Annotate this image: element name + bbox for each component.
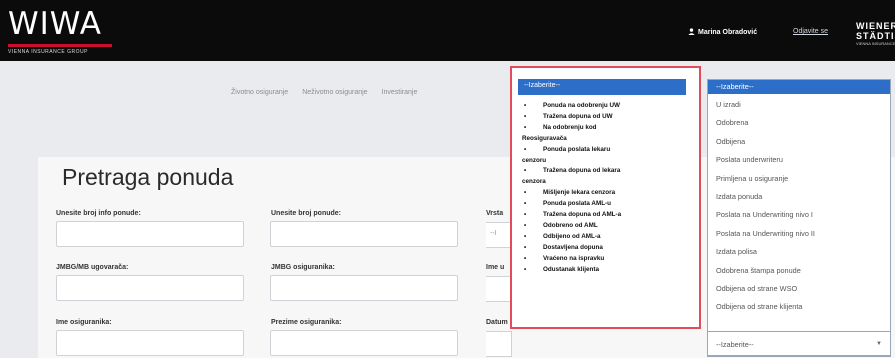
ime-osiguranika-label: Ime osiguranika: [56, 319, 112, 326]
user-info: Marina Obradović [688, 28, 757, 37]
list-item[interactable]: Ponuda poslata AML-u [522, 199, 694, 210]
status-option[interactable]: Izdata ponuda [716, 188, 815, 206]
status-dropdown-selected[interactable]: --Izaberite-- [708, 80, 890, 94]
status-option[interactable]: Poslata underwriteru [716, 151, 815, 169]
ime-ugovaraca-input[interactable] [486, 276, 512, 302]
datum-input[interactable] [486, 331, 512, 357]
nav-item-investiranje[interactable]: Investiranje [378, 87, 422, 98]
list-item[interactable]: cenzoru [522, 156, 694, 167]
red-status-list: Ponuda na odobrenju UW Tražena dopuna od… [522, 101, 694, 276]
prezime-osiguranika-label: Prezime osiguranika: [271, 319, 342, 326]
vrsta-label: Vrsta [486, 210, 504, 217]
list-item[interactable]: Ponuda poslata lekaru [522, 145, 694, 156]
brand-subtext: VIENNA INSURANCE GROUP [856, 41, 895, 46]
status-option[interactable]: Odbijena od strane klijenta [716, 298, 815, 316]
top-header: WIWA VIENNA INSURANCE GROUP Marina Obrad… [0, 0, 895, 61]
status-option[interactable]: Primljena u osiguranje [716, 170, 815, 188]
jmbg-ugovaraca-label: JMBG/MB ugovarača: [56, 264, 129, 271]
user-name: Marina Obradović [698, 29, 758, 36]
info-ponude-input[interactable] [56, 221, 244, 247]
list-item[interactable]: Odbijeno od AML-a [522, 232, 694, 243]
list-item[interactable]: Tražena dopuna od AML-a [522, 210, 694, 221]
list-item[interactable]: Vraćeno na ispravku [522, 254, 694, 265]
list-item[interactable]: Dostavljena dopuna [522, 243, 694, 254]
status-options: U izradi Odobrena Odbijena Poslata under… [716, 96, 815, 317]
status-option[interactable]: Odbijena od strane WSO [716, 280, 815, 298]
status-option[interactable]: Odobrena [716, 114, 815, 132]
status-option[interactable]: U izradi [716, 96, 815, 114]
prezime-osiguranika-input[interactable] [270, 330, 458, 356]
wiener-brand-logo: WIENER STÄDTISCHE VIENNA INSURANCE GROUP [856, 21, 895, 47]
list-item[interactable]: Tražena dopuna od UW [522, 112, 694, 123]
ime-osiguranika-input[interactable] [56, 330, 244, 356]
status-option[interactable]: Poslata na Underwriting nivo II [716, 225, 815, 243]
list-item[interactable]: cenzora [522, 177, 694, 188]
jmbg-osiguranika-label: JMBG osiguranika: [271, 264, 335, 271]
nav-item-nezivotno[interactable]: Neživotno osiguranje [298, 87, 371, 98]
logout-link[interactable]: Odjavite se [793, 28, 828, 35]
vrsta-select[interactable]: --I [486, 222, 512, 248]
logo-text: WIWA [8, 6, 102, 42]
list-item[interactable]: Ponuda na odobrenju UW [522, 101, 694, 112]
status-select-value: --Izaberite-- [716, 340, 754, 349]
status-option[interactable]: Poslata na Underwriting nivo I [716, 206, 815, 224]
list-item[interactable]: Na odobrenju kod [522, 123, 694, 134]
list-item[interactable]: Reosiguravača [522, 134, 694, 145]
datum-label: Datum [486, 319, 508, 326]
brand-text: WIENER STÄDTISCHE [856, 21, 895, 41]
logo-red-bar [8, 44, 112, 47]
red-list-selected-option[interactable]: --Izaberite-- [518, 79, 686, 95]
user-icon [688, 28, 695, 37]
list-item[interactable]: Mišljenje lekara cenzora [522, 188, 694, 199]
jmbg-osiguranika-input[interactable] [270, 275, 458, 301]
info-ponude-label: Unesite broj info ponude: [56, 210, 141, 217]
page-title: Pretraga ponuda [62, 164, 234, 190]
logo-tagline: VIENNA INSURANCE GROUP [8, 49, 88, 55]
status-option[interactable]: Izdata polisa [716, 243, 815, 261]
list-item[interactable]: Tražena dopuna od lekara [522, 166, 694, 177]
status-option[interactable]: Odbijena [716, 133, 815, 151]
broj-ponude-label: Unesite broj ponude: [271, 210, 341, 217]
main-nav: Životno osiguranje Neživotno osiguranje … [227, 83, 421, 101]
nav-item-zivotno[interactable]: Životno osiguranje [227, 87, 292, 98]
ime-ugovaraca-label: Ime u [486, 264, 505, 271]
wiwa-logo[interactable]: WIWA VIENNA INSURANCE GROUP [8, 6, 128, 56]
jmbg-ugovaraca-input[interactable] [56, 275, 244, 301]
broj-ponude-input[interactable] [270, 221, 458, 247]
chevron-down-icon: ▼ [876, 341, 882, 347]
status-option[interactable]: Odobrena štampa ponude [716, 262, 815, 280]
list-item[interactable]: Odustanak klijenta [522, 265, 694, 276]
status-select[interactable]: --Izaberite-- ▼ [707, 331, 891, 356]
list-item[interactable]: Odobreno od AML [522, 221, 694, 232]
